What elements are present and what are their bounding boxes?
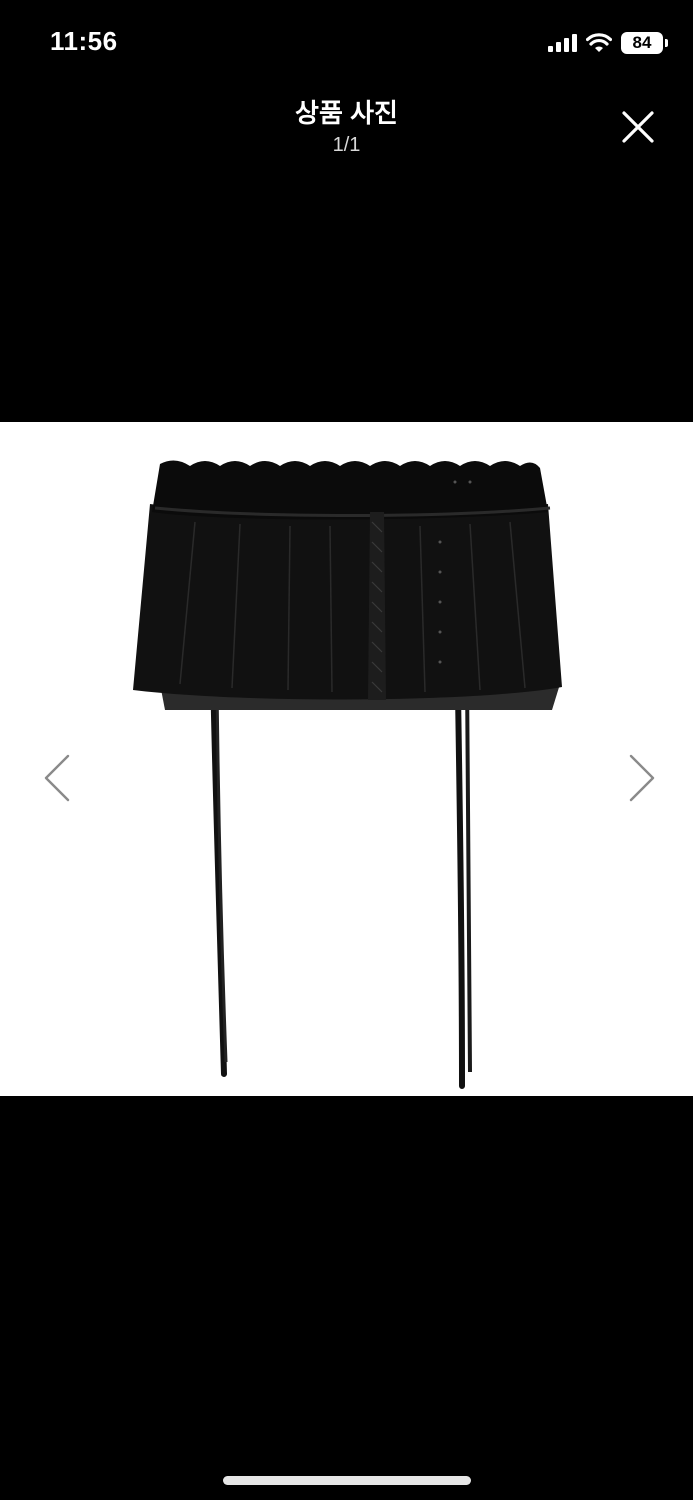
viewer-header: 상품 사진 1/1 bbox=[0, 96, 693, 176]
home-indicator[interactable] bbox=[223, 1476, 471, 1485]
status-time: 11:56 bbox=[50, 26, 118, 56]
close-icon[interactable] bbox=[619, 108, 657, 146]
page-title: 상품 사진 bbox=[295, 98, 398, 128]
status-bar: 11:56 84 bbox=[0, 0, 693, 86]
image-counter: 1/1 bbox=[332, 134, 361, 156]
wifi-icon bbox=[586, 33, 612, 52]
product-image bbox=[133, 460, 562, 1089]
status-icons: 84 bbox=[548, 30, 668, 56]
chevron-left-icon[interactable] bbox=[38, 750, 78, 806]
image-stage[interactable] bbox=[0, 422, 693, 1096]
cellular-signal-icon bbox=[548, 34, 577, 52]
battery-icon: 84 bbox=[621, 32, 668, 54]
chevron-right-icon[interactable] bbox=[621, 750, 661, 806]
battery-level: 84 bbox=[632, 33, 652, 52]
